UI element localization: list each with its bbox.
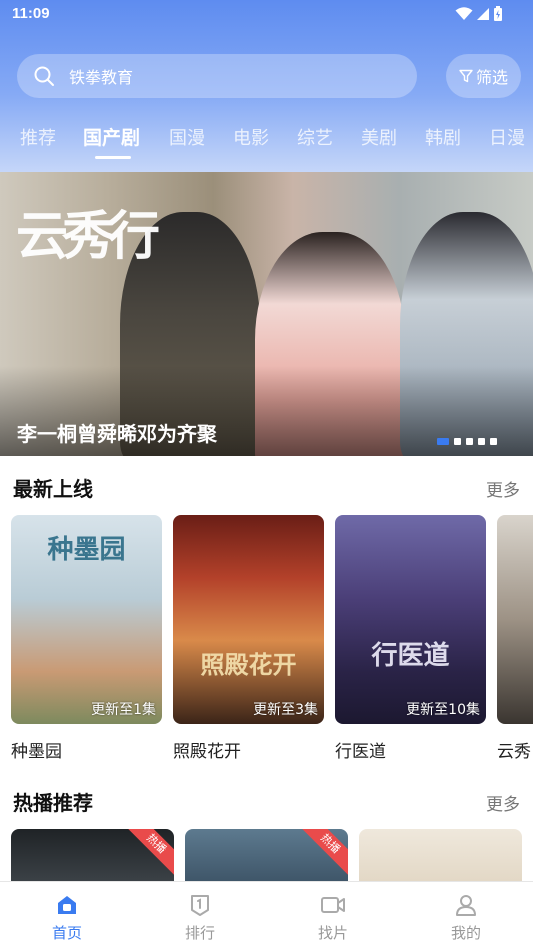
poster-title-art: 种墨园: [47, 535, 126, 565]
episode-badge: 更新至3集: [253, 702, 318, 718]
video-icon: [321, 897, 345, 913]
nav-profile[interactable]: 我的: [426, 890, 506, 943]
pagination-dot[interactable]: [466, 438, 473, 445]
search-bar[interactable]: 铁拳教育: [17, 54, 417, 98]
status-icons: [455, 6, 503, 22]
banner-pagination: [437, 438, 497, 445]
poster-card[interactable]: [497, 515, 533, 724]
home-icon: [58, 896, 76, 914]
tab-korean-drama[interactable]: 韩剧: [425, 124, 461, 150]
bottom-navigation: 首页 排行 找片 我的: [0, 881, 533, 948]
poster-name[interactable]: 云秀: [497, 737, 533, 762]
nav-label: 找片: [317, 924, 348, 942]
nav-ranking[interactable]: 排行: [160, 890, 240, 943]
poster-card[interactable]: 照殿花开 更新至3集: [173, 515, 324, 724]
filter-label: 筛选: [475, 68, 508, 87]
poster-name[interactable]: 照殿花开: [173, 737, 241, 762]
pagination-dot[interactable]: [437, 438, 449, 445]
tab-us-drama[interactable]: 美剧: [361, 124, 397, 150]
hot-tag: 热播: [121, 829, 174, 879]
latest-section-title: 最新上线: [13, 477, 93, 501]
filter-button[interactable]: 筛选: [446, 54, 521, 98]
pagination-dot[interactable]: [478, 438, 485, 445]
status-bar: 11:09: [0, 0, 533, 30]
poster-title-art: 照殿花开: [200, 650, 297, 679]
filter-icon: [459, 69, 473, 83]
hot-card[interactable]: [359, 829, 522, 881]
episode-badge: 更新至1集: [91, 702, 156, 718]
poster-name[interactable]: 种墨园: [11, 737, 62, 762]
pagination-dot[interactable]: [454, 438, 461, 445]
nav-discover[interactable]: 找片: [293, 890, 373, 943]
banner-caption: 李一桐曾舜晞邓为齐聚: [17, 422, 217, 446]
signal-icon: [477, 8, 489, 20]
poster-title-art: 行医道: [371, 641, 450, 671]
latest-more-link[interactable]: 更多: [486, 476, 520, 501]
ranking-icon: [191, 895, 209, 916]
active-tab-indicator: [95, 156, 131, 159]
hot-more-link[interactable]: 更多: [486, 790, 520, 815]
tab-movie[interactable]: 电影: [233, 124, 269, 150]
tab-domestic-anime[interactable]: 国漫: [169, 124, 205, 150]
poster-card[interactable]: 行医道 更新至10集: [335, 515, 486, 724]
search-icon: [34, 66, 54, 86]
tab-japanese-anime[interactable]: 日漫: [489, 124, 525, 150]
featured-banner[interactable]: 云秀行 李一桐曾舜晞邓为齐聚: [0, 172, 533, 456]
tab-recommend[interactable]: 推荐: [20, 124, 56, 150]
hot-section-title: 热播推荐: [13, 791, 93, 815]
banner-title-art: 云秀行: [16, 206, 160, 267]
hot-tag: 热播: [295, 829, 348, 879]
episode-badge: 更新至10集: [406, 702, 480, 718]
wifi-icon: [455, 7, 473, 20]
status-time: 11:09: [12, 5, 50, 22]
poster-name[interactable]: 行医道: [335, 737, 386, 762]
search-text: 铁拳教育: [69, 68, 134, 87]
tab-variety[interactable]: 综艺: [297, 124, 333, 150]
nav-home[interactable]: 首页: [27, 890, 107, 943]
pagination-dot[interactable]: [490, 438, 497, 445]
profile-icon: [456, 895, 476, 916]
poster-card[interactable]: 种墨园 更新至1集: [11, 515, 162, 724]
category-tabs: 推荐 国产剧 国漫 电影 综艺 美剧 韩剧 日漫: [0, 118, 533, 162]
tab-domestic-drama[interactable]: 国产剧: [83, 123, 140, 150]
hot-card[interactable]: 热播: [11, 829, 174, 881]
nav-label: 首页: [51, 924, 82, 942]
nav-label: 排行: [184, 924, 215, 942]
battery-icon: [494, 6, 502, 21]
hot-card[interactable]: 热播: [185, 829, 348, 881]
nav-label: 我的: [450, 924, 481, 942]
